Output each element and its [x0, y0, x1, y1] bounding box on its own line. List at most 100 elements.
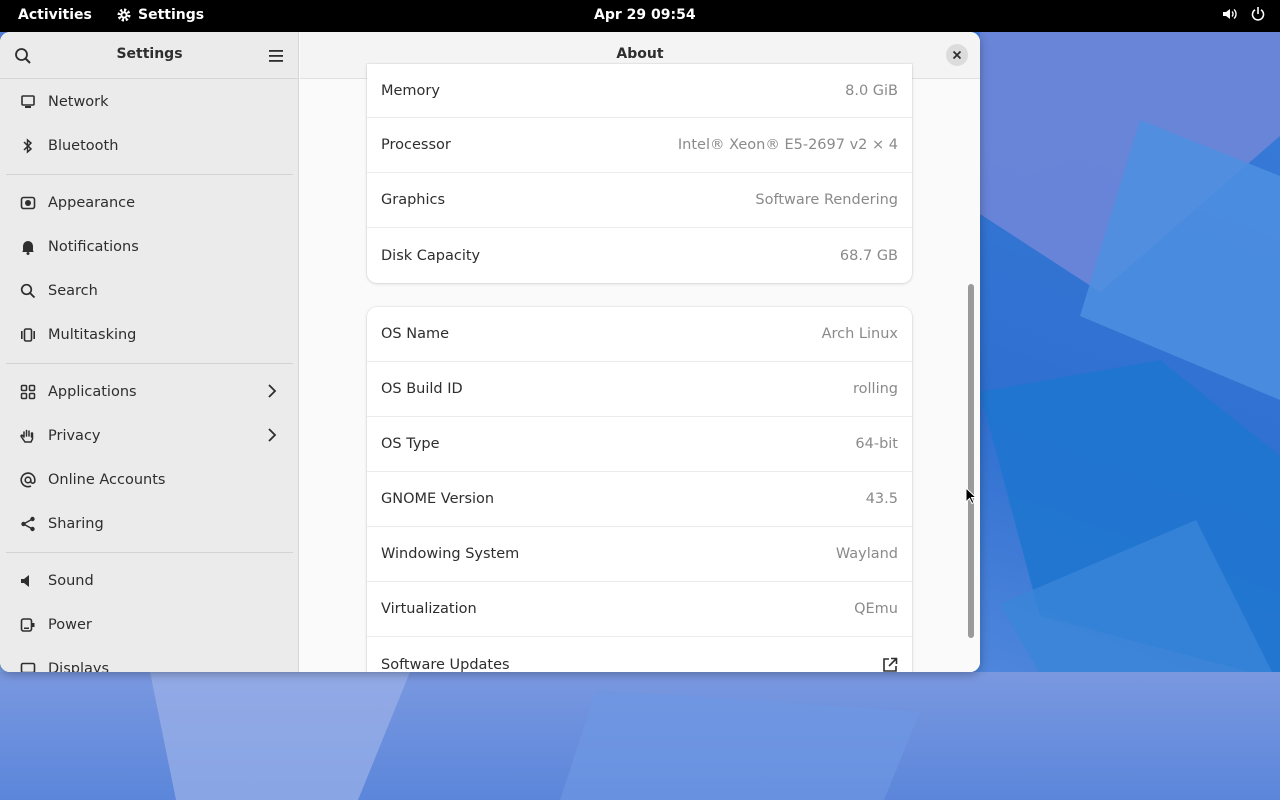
sidebar-separator	[6, 552, 293, 553]
top-bar: Activities Settings Apr 29 09:54	[0, 0, 1280, 32]
row-value: Software Rendering	[755, 192, 898, 208]
mouse-pointer-icon	[965, 487, 977, 505]
sidebar-separator	[6, 363, 293, 364]
row-label: Virtualization	[381, 601, 477, 617]
os-build-id-row: OS Build ID rolling	[367, 362, 912, 417]
clock[interactable]: Apr 29 09:54	[594, 7, 696, 23]
sidebar-item-multitasking[interactable]: Multitasking	[0, 313, 299, 357]
at-icon	[18, 470, 38, 490]
row-label: OS Build ID	[381, 381, 463, 397]
external-link-icon	[883, 657, 898, 672]
windowing-system-row: Windowing System Wayland	[367, 527, 912, 582]
sidebar-item-label: Sharing	[48, 516, 104, 532]
row-value: Wayland	[835, 546, 898, 562]
activities-button[interactable]: Activities	[18, 7, 92, 23]
sidebar-item-sharing[interactable]: Sharing	[0, 502, 299, 546]
hand-icon	[18, 426, 38, 446]
processor-row: Processor Intel® Xeon® E5-2697 v2 × 4	[367, 118, 912, 173]
power-icon	[1251, 7, 1265, 21]
power-plug-icon	[18, 615, 38, 635]
sidebar-item-privacy[interactable]: Privacy	[0, 414, 299, 458]
sidebar-item-label: Applications	[48, 384, 137, 400]
row-value: rolling	[853, 381, 898, 397]
page-title: About	[616, 46, 664, 62]
os-type-row: OS Type 64-bit	[367, 417, 912, 472]
sidebar-item-appearance[interactable]: Appearance	[0, 181, 299, 225]
row-value: QEmu	[854, 601, 898, 617]
sidebar-item-sound[interactable]: Sound	[0, 559, 299, 603]
share-icon	[18, 514, 38, 534]
sidebar-item-label: Privacy	[48, 428, 101, 444]
software-card: OS Name Arch Linux OS Build ID rolling O…	[367, 307, 912, 672]
network-icon	[18, 92, 38, 112]
gnome-version-row: GNOME Version 43.5	[367, 472, 912, 527]
chevron-right-icon	[268, 428, 277, 442]
bell-icon	[18, 237, 38, 257]
memory-row: Memory 8.0 GiB	[367, 64, 912, 118]
scrollbar[interactable]	[968, 88, 974, 664]
close-icon	[952, 50, 962, 60]
sidebar-item-label: Power	[48, 617, 92, 633]
row-label: GNOME Version	[381, 491, 495, 507]
sidebar-item-label: Sound	[48, 573, 94, 589]
row-label: Software Updates	[381, 656, 510, 673]
main-panel: About Memory 8.0 GiB Processor Intel® Xe…	[300, 32, 980, 672]
row-label: OS Type	[381, 436, 440, 452]
row-value: 8.0 GiB	[845, 82, 898, 99]
main-menu-button[interactable]	[264, 44, 288, 68]
sidebar-item-label: Multitasking	[48, 327, 137, 343]
sidebar-list: Network Bluetooth Appearance Notificatio…	[0, 80, 299, 672]
sidebar-item-label: Notifications	[48, 239, 139, 255]
sidebar-item-online-accounts[interactable]: Online Accounts	[0, 458, 299, 502]
multitasking-icon	[18, 325, 38, 345]
sidebar-title: Settings	[116, 46, 183, 62]
sidebar-item-label: Search	[48, 283, 98, 299]
sidebar: Settings Network Bluetooth Appearance No…	[0, 32, 299, 672]
os-name-row: OS Name Arch Linux	[367, 307, 912, 362]
sidebar-item-label: Bluetooth	[48, 138, 119, 154]
row-label: Processor	[381, 137, 451, 153]
sidebar-item-network[interactable]: Network	[0, 80, 299, 124]
sidebar-item-label: Online Accounts	[48, 472, 166, 488]
software-updates-row[interactable]: Software Updates	[367, 637, 912, 672]
sidebar-item-label: Displays	[48, 661, 110, 672]
row-value: Arch Linux	[821, 326, 898, 342]
sidebar-item-bluetooth[interactable]: Bluetooth	[0, 124, 299, 168]
graphics-row: Graphics Software Rendering	[367, 173, 912, 228]
row-label: Disk Capacity	[381, 247, 481, 264]
scrollbar-thumb[interactable]	[968, 284, 974, 638]
search-icon	[18, 281, 38, 301]
grid-icon	[18, 382, 38, 402]
row-value: 64-bit	[855, 436, 898, 452]
system-tray[interactable]	[1222, 6, 1266, 22]
close-button[interactable]	[946, 44, 968, 66]
hamburger-icon	[269, 50, 283, 62]
settings-window: Settings Network Bluetooth Appearance No…	[0, 32, 980, 672]
chevron-right-icon	[268, 384, 277, 398]
sidebar-item-search[interactable]: Search	[0, 269, 299, 313]
row-label: Memory	[381, 82, 440, 99]
row-label: Graphics	[381, 192, 446, 208]
hardware-card: Memory 8.0 GiB Processor Intel® Xeon® E5…	[367, 64, 912, 283]
row-label: OS Name	[381, 326, 450, 342]
virtualization-row: Virtualization QEmu	[367, 582, 912, 637]
sidebar-separator	[6, 174, 293, 175]
app-menu-label: Settings	[138, 7, 205, 23]
appearance-icon	[18, 193, 38, 213]
bluetooth-icon	[18, 136, 38, 156]
sidebar-item-applications[interactable]: Applications	[0, 370, 299, 414]
sidebar-item-label: Network	[48, 94, 109, 110]
volume-icon	[1223, 8, 1237, 20]
disk-capacity-row: Disk Capacity 68.7 GB	[367, 228, 912, 283]
gear-icon	[117, 8, 131, 22]
row-value: 43.5	[865, 491, 898, 507]
sidebar-item-power[interactable]: Power	[0, 603, 299, 647]
speaker-icon	[18, 571, 38, 591]
sidebar-item-label: Appearance	[48, 195, 136, 211]
app-menu-button[interactable]: Settings	[116, 7, 204, 23]
sidebar-item-notifications[interactable]: Notifications	[0, 225, 299, 269]
row-value: Intel® Xeon® E5-2697 v2 × 4	[677, 137, 898, 153]
display-icon	[18, 659, 38, 672]
sidebar-item-displays[interactable]: Displays	[0, 647, 299, 672]
row-value: 68.7 GB	[839, 247, 898, 264]
